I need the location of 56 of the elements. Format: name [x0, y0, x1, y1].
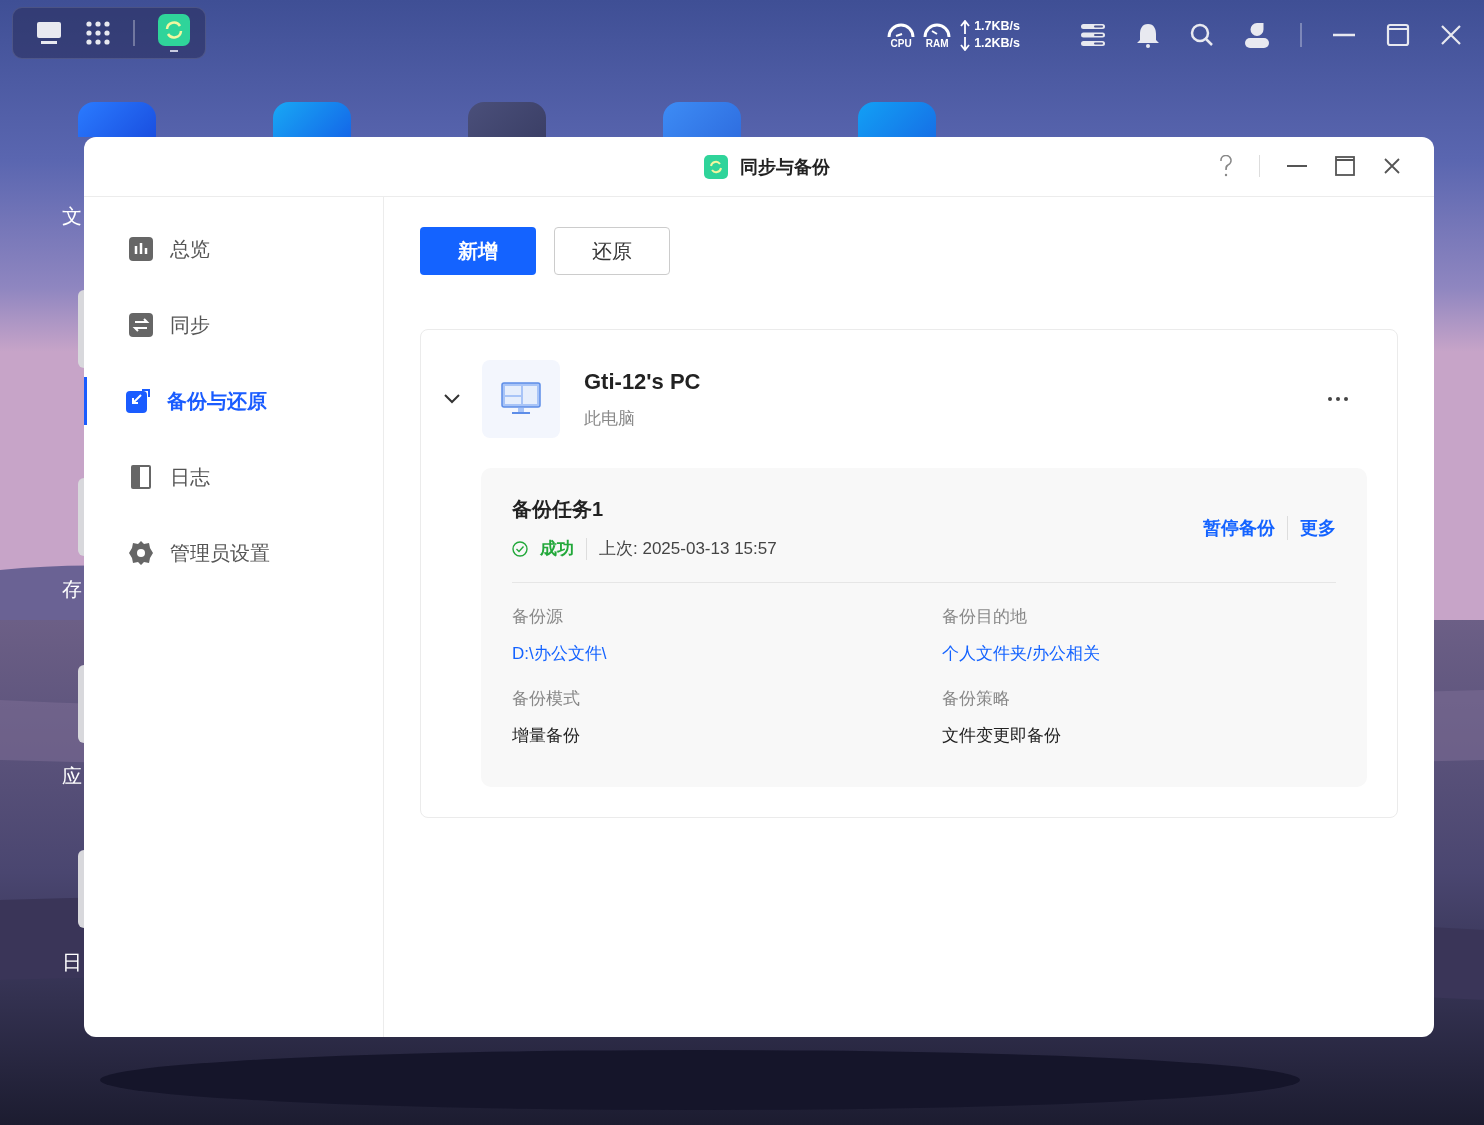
pause-backup-link[interactable]: 暂停备份 — [1203, 516, 1275, 540]
more-options-icon[interactable] — [1327, 396, 1349, 402]
maximize-icon[interactable] — [1334, 155, 1356, 177]
computer-icon — [482, 360, 560, 438]
restore-button[interactable]: 还原 — [554, 227, 670, 275]
last-run-time: 上次: 2025-03-13 15:57 — [599, 538, 777, 560]
more-link[interactable]: 更多 — [1300, 516, 1336, 540]
task-name: 备份任务1 — [512, 497, 605, 522]
shortcut-label: 应 — [62, 764, 82, 789]
app-shortcut-icon[interactable] — [78, 665, 84, 743]
settings-icon — [128, 540, 154, 566]
close-icon[interactable] — [1382, 156, 1402, 176]
sidebar-item[interactable]: 总览 — [84, 225, 386, 273]
app-shortcut-icon[interactable] — [78, 850, 84, 928]
ram-gauge[interactable]: RAM — [922, 21, 953, 49]
sync-app-icon[interactable] — [157, 13, 191, 53]
backup-icon — [125, 388, 151, 414]
app-grid-icon[interactable] — [85, 20, 111, 46]
field-value: 文件变更即备份 — [942, 725, 1062, 747]
upload-arrow-icon — [960, 19, 971, 34]
window-title: 同步与备份 — [740, 155, 830, 179]
sidebar-item[interactable]: 同步 — [84, 301, 386, 349]
overview-icon — [128, 236, 154, 262]
sidebar-item[interactable]: 日志 — [84, 453, 386, 501]
device-type: 此电脑 — [584, 407, 636, 430]
device-name: Gti-12's PC — [584, 368, 702, 395]
shortcut-label: 日 — [62, 950, 82, 975]
bell-icon[interactable] — [1136, 22, 1160, 48]
field-label: 备份模式 — [512, 688, 581, 710]
upload-speed: 1.7KB/s — [974, 18, 1020, 35]
sync-icon — [128, 312, 154, 338]
path-link[interactable]: 个人文件夹/办公相关 — [942, 642, 1336, 665]
field-label: 备份策略 — [942, 688, 1011, 710]
field-value: 增量备份 — [512, 725, 581, 747]
field-label: 备份目的地 — [942, 606, 1028, 628]
add-button[interactable]: 新增 — [420, 227, 536, 275]
check-circle-icon — [512, 540, 528, 557]
shortcut-label: 存 — [62, 577, 82, 602]
help-icon[interactable] — [1219, 155, 1233, 177]
log-icon — [128, 464, 154, 490]
chevron-icon[interactable] — [443, 393, 461, 405]
desktop-icon[interactable] — [35, 21, 63, 45]
task-status: 成功 — [540, 538, 574, 560]
path-link[interactable]: D:\办公文件\ — [512, 642, 942, 665]
sidebar-item[interactable]: 备份与还原 — [84, 377, 383, 425]
app-logo-icon — [704, 154, 728, 179]
user-icon[interactable] — [1244, 22, 1270, 48]
shortcut-label: 文 — [62, 204, 82, 229]
download-arrow-icon — [960, 36, 971, 51]
field-label: 备份源 — [512, 606, 564, 628]
download-speed: 1.2KB/s — [974, 35, 1020, 52]
search-icon[interactable] — [1190, 23, 1214, 47]
close-icon[interactable] — [1440, 24, 1462, 46]
task-list-icon[interactable] — [1080, 23, 1106, 47]
sidebar-item[interactable]: 管理员设置 — [84, 529, 386, 577]
cpu-gauge[interactable]: CPU — [886, 21, 917, 49]
